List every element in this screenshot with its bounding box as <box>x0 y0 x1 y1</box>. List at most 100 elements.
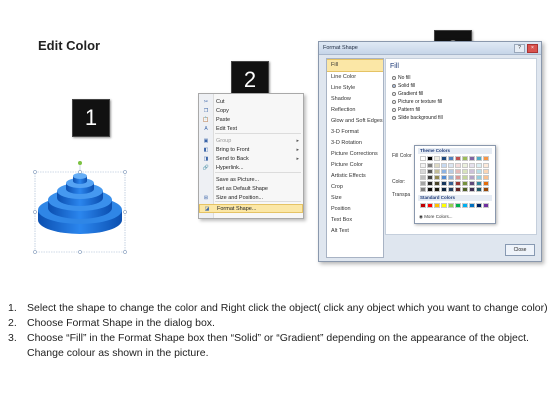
color-swatch[interactable] <box>469 175 475 180</box>
color-swatch[interactable] <box>434 203 440 208</box>
color-swatch[interactable] <box>441 187 447 192</box>
color-swatch[interactable] <box>448 175 454 180</box>
fill-option-radio[interactable]: Pattern fill <box>392 107 420 113</box>
nav-item[interactable]: Line Color <box>327 72 383 83</box>
color-swatch[interactable] <box>476 187 482 192</box>
fill-option-radio[interactable]: Gradient fill <box>392 91 423 97</box>
context-menu-item[interactable]: 📋 Paste <box>199 115 303 124</box>
color-swatch[interactable] <box>455 175 461 180</box>
color-swatch[interactable] <box>420 203 426 208</box>
color-swatch[interactable] <box>462 169 468 174</box>
color-swatch[interactable] <box>483 163 489 168</box>
context-menu-item[interactable]: Save as Picture... <box>199 175 303 184</box>
color-swatch[interactable] <box>427 156 433 161</box>
color-swatch[interactable] <box>420 156 426 161</box>
context-menu-item[interactable]: 🔗 Hyperlink... <box>199 163 303 172</box>
color-swatch[interactable] <box>476 203 482 208</box>
color-swatch[interactable] <box>448 156 454 161</box>
color-swatch[interactable] <box>427 181 433 186</box>
more-colors-link[interactable]: ◉ More Colors... <box>419 214 452 220</box>
color-swatch[interactable] <box>476 169 482 174</box>
color-swatch[interactable] <box>476 175 482 180</box>
stacked-cone-shape[interactable] <box>30 158 130 258</box>
fill-option-radio[interactable]: Picture or texture fill <box>392 99 442 105</box>
color-swatch[interactable] <box>483 187 489 192</box>
color-swatch[interactable] <box>420 181 426 186</box>
color-swatch[interactable] <box>455 163 461 168</box>
close-button[interactable]: Close <box>505 244 535 256</box>
fill-option-radio[interactable]: Slide background fill <box>392 115 443 121</box>
color-swatch[interactable] <box>441 156 447 161</box>
color-swatch[interactable] <box>434 169 440 174</box>
nav-item[interactable]: Reflection <box>327 105 383 116</box>
color-swatch[interactable] <box>483 203 489 208</box>
color-swatch[interactable] <box>441 175 447 180</box>
nav-item[interactable]: Line Style <box>327 83 383 94</box>
color-swatch[interactable] <box>420 163 426 168</box>
nav-item[interactable]: Glow and Soft Edges <box>327 116 383 127</box>
nav-item[interactable]: Fill <box>327 59 383 72</box>
color-swatch[interactable] <box>427 169 433 174</box>
color-swatch[interactable] <box>462 187 468 192</box>
context-menu-item[interactable]: ▣ Group ▸ <box>199 136 303 145</box>
color-swatch[interactable] <box>420 169 426 174</box>
color-swatch[interactable] <box>469 163 475 168</box>
color-swatch[interactable] <box>455 169 461 174</box>
color-swatch[interactable] <box>427 175 433 180</box>
color-swatch[interactable] <box>476 181 482 186</box>
color-swatch[interactable] <box>434 187 440 192</box>
color-swatch[interactable] <box>420 187 426 192</box>
nav-item[interactable]: Size <box>327 193 383 204</box>
color-swatch[interactable] <box>462 181 468 186</box>
color-swatch[interactable] <box>455 156 461 161</box>
color-swatch[interactable] <box>448 163 454 168</box>
fill-option-radio[interactable]: No fill <box>392 75 411 81</box>
color-swatch[interactable] <box>448 169 454 174</box>
color-swatch[interactable] <box>441 163 447 168</box>
context-menu-item[interactable]: ◨ Send to Back ▸ <box>199 154 303 163</box>
context-menu-item[interactable]: ◪ Format Shape... <box>199 204 303 213</box>
nav-item[interactable]: Artistic Effects <box>327 171 383 182</box>
color-swatch[interactable] <box>469 169 475 174</box>
color-swatch[interactable] <box>441 169 447 174</box>
color-swatch[interactable] <box>455 181 461 186</box>
color-swatch[interactable] <box>455 203 461 208</box>
color-swatch[interactable] <box>441 203 447 208</box>
nav-item[interactable]: Shadow <box>327 94 383 105</box>
color-swatch[interactable] <box>462 175 468 180</box>
color-swatch[interactable] <box>483 181 489 186</box>
nav-item[interactable]: Crop <box>327 182 383 193</box>
nav-item[interactable]: Position <box>327 204 383 215</box>
help-button[interactable]: ? <box>514 44 525 53</box>
close-icon[interactable]: × <box>527 44 538 53</box>
color-swatch[interactable] <box>462 203 468 208</box>
color-swatch[interactable] <box>483 156 489 161</box>
color-swatch[interactable] <box>427 163 433 168</box>
color-swatch[interactable] <box>427 203 433 208</box>
color-swatch[interactable] <box>427 187 433 192</box>
color-swatch[interactable] <box>476 163 482 168</box>
nav-item[interactable]: Picture Color <box>327 160 383 171</box>
color-swatch[interactable] <box>483 175 489 180</box>
color-swatch[interactable] <box>448 187 454 192</box>
color-swatch[interactable] <box>483 169 489 174</box>
color-swatch[interactable] <box>448 203 454 208</box>
nav-item[interactable]: Picture Corrections <box>327 149 383 160</box>
color-swatch[interactable] <box>455 187 461 192</box>
nav-item[interactable]: Alt Text <box>327 226 383 237</box>
color-swatch[interactable] <box>462 156 468 161</box>
color-swatch[interactable] <box>434 175 440 180</box>
color-swatch[interactable] <box>469 181 475 186</box>
context-menu-item[interactable]: Set as Default Shape <box>199 184 303 193</box>
color-swatch[interactable] <box>434 181 440 186</box>
color-swatch[interactable] <box>462 163 468 168</box>
color-swatch[interactable] <box>469 203 475 208</box>
nav-item[interactable]: 3-D Rotation <box>327 138 383 149</box>
nav-item[interactable]: Text Box <box>327 215 383 226</box>
color-swatch[interactable] <box>434 156 440 161</box>
context-menu-item[interactable]: A Edit Text <box>199 124 303 133</box>
color-swatch[interactable] <box>469 156 475 161</box>
color-swatch[interactable] <box>420 175 426 180</box>
fill-option-radio[interactable]: Solid fill <box>392 83 415 89</box>
context-menu-item[interactable]: ◧ Bring to Front ▸ <box>199 145 303 154</box>
